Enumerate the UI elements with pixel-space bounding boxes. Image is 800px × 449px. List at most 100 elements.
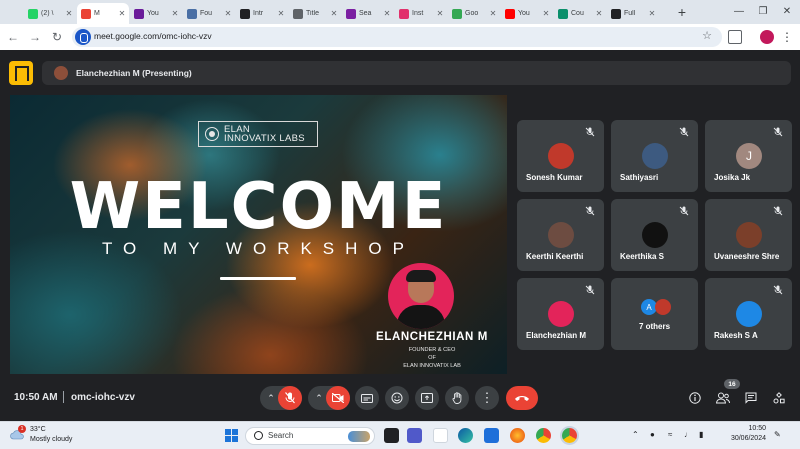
others-tile[interactable]: A7 others bbox=[611, 278, 698, 350]
tray-overflow-icon[interactable]: ⌃ bbox=[632, 430, 639, 439]
video-options-chevron-icon[interactable]: ⌃ bbox=[311, 386, 327, 410]
chrome-icon[interactable] bbox=[536, 428, 551, 443]
tab-title: Inst bbox=[412, 10, 424, 17]
tab-close-icon[interactable]: ✕ bbox=[488, 9, 498, 18]
browser-tab[interactable]: Inst ✕ bbox=[395, 3, 447, 24]
notifications-icon[interactable]: ✎ bbox=[774, 430, 781, 439]
tab-title: You bbox=[147, 10, 159, 17]
more-options-button[interactable]: ⋮ bbox=[475, 386, 499, 410]
site-info-icon[interactable] bbox=[75, 29, 91, 45]
extensions-icon[interactable] bbox=[728, 30, 742, 44]
presenter-label: Elanchezhian M (Presenting) bbox=[76, 68, 192, 78]
taskbar-clock-date[interactable]: 30/06/2024 bbox=[716, 435, 766, 442]
taskbar-search[interactable]: Search bbox=[245, 427, 375, 445]
wifi-icon[interactable]: ≈ bbox=[668, 430, 672, 439]
mic-muted-icon bbox=[585, 285, 595, 295]
participant-tile[interactable]: J Josika Jk bbox=[705, 120, 792, 192]
participant-avatar bbox=[548, 222, 574, 248]
browser-tab[interactable]: Title ✕ bbox=[289, 3, 341, 24]
presenter-avatar bbox=[54, 66, 68, 80]
mic-off-button[interactable] bbox=[278, 386, 302, 410]
tab-title: (2) \ bbox=[41, 10, 54, 17]
battery-icon[interactable]: ▮ bbox=[699, 430, 703, 439]
close-window-icon[interactable]: ✕ bbox=[776, 3, 798, 21]
participant-avatar bbox=[642, 222, 668, 248]
back-icon[interactable]: ← bbox=[4, 28, 22, 46]
browser-tab[interactable]: Cou ✕ bbox=[554, 3, 606, 24]
participant-name: Josika Jk bbox=[714, 173, 751, 182]
tab-close-icon[interactable]: ✕ bbox=[276, 9, 286, 18]
url-text: meet.google.com/omc-iohc-vzv bbox=[94, 31, 212, 41]
tab-close-icon[interactable]: ✕ bbox=[594, 9, 604, 18]
mic-muted-icon bbox=[773, 285, 783, 295]
captions-icon bbox=[361, 393, 373, 403]
participant-tile[interactable]: Uvaneeshre Shre bbox=[705, 199, 792, 271]
bookmark-star-icon[interactable]: ☆ bbox=[702, 29, 712, 42]
profile-avatar[interactable] bbox=[760, 30, 774, 44]
tab-close-icon[interactable]: ✕ bbox=[647, 9, 657, 18]
tab-close-icon[interactable]: ✕ bbox=[329, 9, 339, 18]
new-tab-button[interactable]: + bbox=[673, 3, 691, 21]
task-view-icon[interactable] bbox=[384, 428, 399, 443]
tab-title: You bbox=[518, 10, 530, 17]
meeting-info-button[interactable] bbox=[685, 388, 705, 408]
camera-off-button[interactable] bbox=[326, 386, 350, 410]
forward-icon[interactable]: → bbox=[26, 28, 44, 46]
participant-tile[interactable]: Sonesh Kumar bbox=[517, 120, 604, 192]
firefox-icon[interactable] bbox=[510, 428, 525, 443]
speaker-name: ELANCHEZHIAN M bbox=[376, 331, 488, 343]
tab-close-icon[interactable]: ✕ bbox=[435, 9, 445, 18]
restore-icon[interactable]: ❐ bbox=[752, 3, 774, 21]
present-screen-button[interactable] bbox=[415, 386, 439, 410]
activities-button[interactable] bbox=[769, 388, 789, 408]
browser-tab[interactable]: You ✕ bbox=[130, 3, 182, 24]
chrome-active-icon[interactable] bbox=[562, 428, 577, 443]
browser-tab[interactable]: You ✕ bbox=[501, 3, 553, 24]
participant-tile[interactable]: Sathiyasri bbox=[611, 120, 698, 192]
participant-tile[interactable]: Keerthi Keerthi bbox=[517, 199, 604, 271]
people-count-badge: 16 bbox=[724, 379, 740, 389]
reload-icon[interactable]: ↻ bbox=[48, 28, 66, 46]
minimize-icon[interactable]: — bbox=[728, 3, 750, 21]
teams-icon[interactable] bbox=[407, 428, 422, 443]
tab-close-icon[interactable]: ✕ bbox=[117, 9, 127, 18]
browser-tab[interactable]: Sea ✕ bbox=[342, 3, 394, 24]
audio-options-chevron-icon[interactable]: ⌃ bbox=[263, 386, 279, 410]
address-bar[interactable]: meet.google.com/omc-iohc-vzv ☆ bbox=[72, 27, 722, 47]
tab-close-icon[interactable]: ✕ bbox=[170, 9, 180, 18]
windows-start-icon[interactable] bbox=[225, 429, 238, 442]
tab-close-icon[interactable]: ✕ bbox=[223, 9, 233, 18]
people-button[interactable] bbox=[713, 388, 733, 408]
browser-tab[interactable]: (2) \ ✕ bbox=[24, 3, 76, 24]
participant-tile[interactable]: Keerthika S bbox=[611, 199, 698, 271]
tab-close-icon[interactable]: ✕ bbox=[64, 9, 74, 18]
leave-call-button[interactable] bbox=[506, 386, 538, 410]
people-icon bbox=[716, 392, 730, 404]
participant-tile[interactable]: Elanchezhian M bbox=[517, 278, 604, 350]
participant-tile[interactable]: Rakesh S A bbox=[705, 278, 792, 350]
edge-icon[interactable] bbox=[458, 428, 473, 443]
emoji-button[interactable] bbox=[385, 386, 409, 410]
raise-hand-icon bbox=[451, 392, 461, 404]
browser-tab[interactable]: M ✕ bbox=[77, 3, 129, 24]
store-icon[interactable] bbox=[484, 428, 499, 443]
tab-close-icon[interactable]: ✕ bbox=[382, 9, 392, 18]
tab-close-icon[interactable]: ✕ bbox=[541, 9, 551, 18]
captions-button[interactable] bbox=[355, 386, 379, 410]
browser-tab[interactable]: Goo ✕ bbox=[448, 3, 500, 24]
microphone-tray-icon[interactable]: ● bbox=[650, 430, 655, 439]
taskbar-clock-time[interactable]: 10:50 bbox=[716, 425, 766, 432]
meeting-code: omc-iohc-vzv bbox=[71, 392, 135, 403]
raise-hand-button[interactable] bbox=[445, 386, 469, 410]
chat-button[interactable] bbox=[741, 388, 761, 408]
notepad-icon[interactable] bbox=[433, 428, 448, 443]
browser-tab[interactable]: Full ✕ bbox=[607, 3, 659, 24]
volume-icon[interactable]: ♩ bbox=[684, 430, 692, 439]
browser-tab[interactable]: Fou ✕ bbox=[183, 3, 235, 24]
tab-title: Full bbox=[624, 10, 636, 17]
browser-menu-icon[interactable]: ⋮ bbox=[781, 28, 793, 46]
presenter-bar[interactable]: Elanchezhian M (Presenting) bbox=[42, 61, 791, 85]
brand-mark-icon bbox=[205, 127, 219, 141]
browser-tab[interactable]: Intr ✕ bbox=[236, 3, 288, 24]
speaker-photo bbox=[388, 263, 454, 329]
